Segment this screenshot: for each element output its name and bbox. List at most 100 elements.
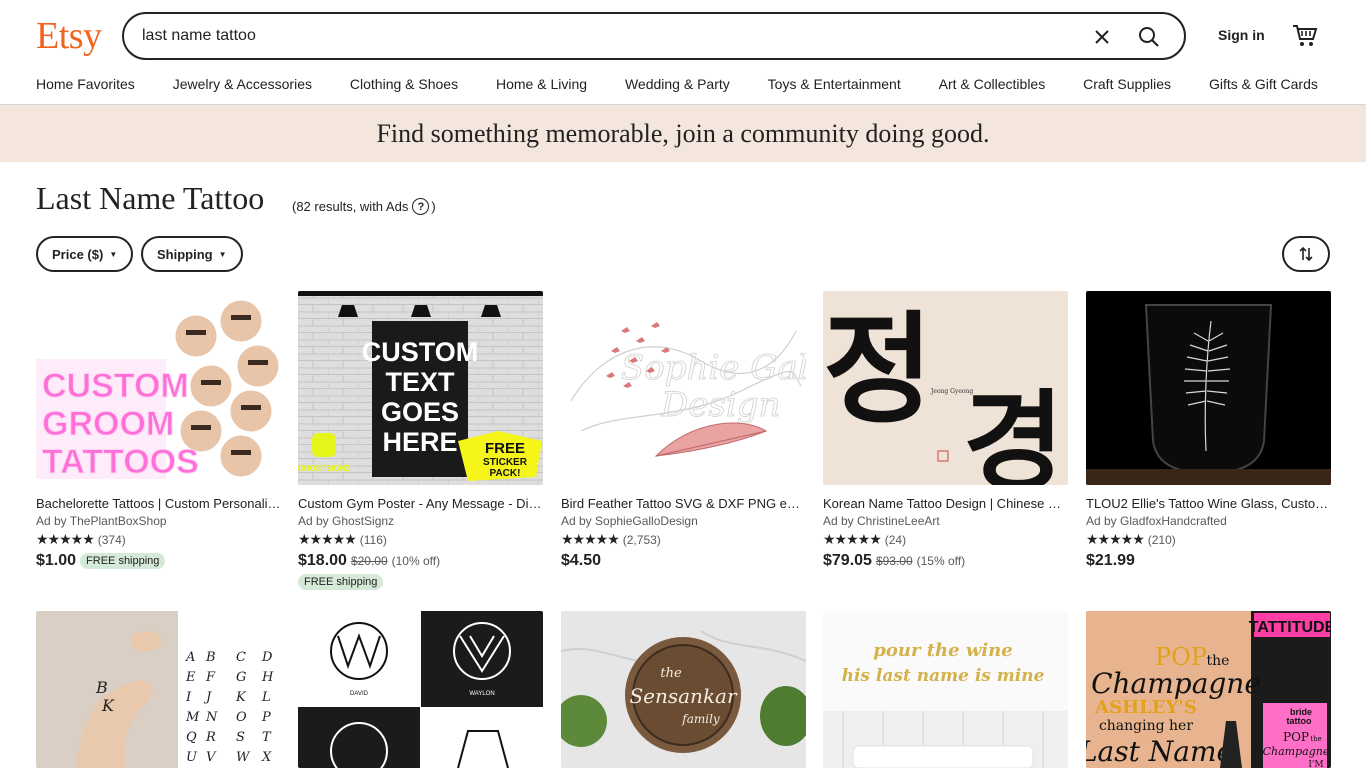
listing-image[interactable]: pour the wine his last name is mine <box>823 611 1068 768</box>
listing-card[interactable]: CUSTOM GROOM TATTOOS Bachelorette Tattoo… <box>36 291 281 570</box>
sign-in-link[interactable]: Sign in <box>1218 27 1265 43</box>
listing-original-price: $20.00 <box>350 554 388 568</box>
listing-card[interactable]: pour the wine his last name is mine <box>823 611 1068 768</box>
listing-image[interactable]: DAVID WAYLON <box>298 611 543 768</box>
help-icon[interactable]: ? <box>412 198 430 215</box>
image-text: family <box>681 712 720 726</box>
image-text: I <box>185 690 192 705</box>
listing-image[interactable]: B K A B C D E F G H I J K L M N O P Q R <box>36 611 281 768</box>
clear-icon[interactable] <box>1090 25 1114 49</box>
review-count: (116) <box>359 532 387 547</box>
listing-title[interactable]: Custom Gym Poster - Any Message - Distre… <box>298 496 543 511</box>
nav-home-favorites[interactable]: Home Favorites <box>36 76 135 92</box>
listing-title[interactable]: Korean Name Tattoo Design | Chinese Call… <box>823 496 1068 511</box>
listing-title[interactable]: Bachelorette Tattoos | Custom Personaliz… <box>36 496 281 511</box>
nav-craft-supplies[interactable]: Craft Supplies <box>1083 76 1171 92</box>
image-text: CUSTOM <box>362 337 479 367</box>
listing-card[interactable]: B K A B C D E F G H I J K L M N O P Q R <box>36 611 281 768</box>
image-text: GROOM <box>42 405 174 443</box>
sort-icon <box>1299 246 1313 262</box>
sort-button[interactable] <box>1282 236 1330 272</box>
image-text: TATTOOS <box>42 443 199 481</box>
nav-wedding-party[interactable]: Wedding & Party <box>625 76 730 92</box>
image-brand-text: GHOSTSIGNZ <box>298 464 351 473</box>
nav-art-collectibles[interactable]: Art & Collectibles <box>939 76 1046 92</box>
listing-price: $21.99 <box>1086 552 1135 569</box>
image-text: GOES <box>381 397 459 427</box>
listing-image[interactable]: 정 경 Jeong Gyeong <box>823 291 1068 485</box>
image-text: E <box>185 670 196 685</box>
listing-image[interactable]: CUSTOM TEXT GOES HERE FREE STICKER PACK!… <box>298 291 543 485</box>
search-bar[interactable] <box>122 12 1186 60</box>
image-text: U <box>186 750 198 765</box>
listing-price: $79.05 <box>823 552 872 569</box>
price-filter-label: Price ($) <box>52 246 104 262</box>
listing-price-row: $4.50 <box>561 552 806 570</box>
image-text: TATTITUDE <box>1249 619 1331 636</box>
image-text: F <box>205 670 216 685</box>
listing-card[interactable]: TLOU2 Ellie's Tattoo Wine Glass, Custom … <box>1086 291 1331 570</box>
nav-home-living[interactable]: Home & Living <box>496 76 587 92</box>
image-text: PACK! <box>490 468 521 479</box>
svg-text:K: K <box>101 696 115 715</box>
cart-icon[interactable] <box>1292 22 1318 48</box>
etsy-logo[interactable]: Etsy <box>36 12 102 60</box>
listing-rating: ★★★★★ (210) <box>1086 531 1331 548</box>
image-text: Champagne <box>1263 745 1330 758</box>
image-text: changing her <box>1099 718 1193 734</box>
listing-price-row: $21.99 <box>1086 552 1331 570</box>
listing-image[interactable]: CUSTOM GROOM TATTOOS <box>36 291 281 485</box>
listing-card[interactable]: CUSTOM TEXT GOES HERE FREE STICKER PACK!… <box>298 291 543 590</box>
listing-card[interactable]: TATTITUDE POP the Champagne ASHLEY'S cha… <box>1086 611 1331 768</box>
listing-original-price: $93.00 <box>875 554 913 568</box>
shipping-filter-label: Shipping <box>157 246 213 262</box>
review-count: (24) <box>884 532 907 547</box>
listing-title[interactable]: Bird Feather Tattoo SVG & DXF PNG eps fi… <box>561 496 806 511</box>
image-text: R <box>205 730 216 745</box>
image-text: Sophie Gallo <box>621 348 806 388</box>
nav-jewelry-accessories[interactable]: Jewelry & Accessories <box>173 76 312 92</box>
star-rating-icon: ★★★★★ <box>823 531 882 547</box>
shipping-filter-button[interactable]: Shipping ▼ <box>141 236 243 272</box>
listing-image[interactable]: TATTITUDE POP the Champagne ASHLEY'S cha… <box>1086 611 1331 768</box>
image-text: STICKER <box>483 457 528 468</box>
listing-image[interactable]: the Sensankar family <box>561 611 806 768</box>
listing-price: $1.00 <box>36 552 77 569</box>
nav-toys-entertainment[interactable]: Toys & Entertainment <box>768 76 901 92</box>
nav-clothing-shoes[interactable]: Clothing & Shoes <box>350 76 458 92</box>
image-text: J <box>203 690 212 705</box>
listing-price: $4.50 <box>561 552 602 569</box>
image-text: P <box>261 710 271 725</box>
listing-shop: Ad by GladfoxHandcrafted <box>1086 514 1227 528</box>
listing-rating: ★★★★★ (2,753) <box>561 531 806 548</box>
listing-image[interactable] <box>1086 291 1331 485</box>
listing-title[interactable]: TLOU2 Ellie's Tattoo Wine Glass, Custom … <box>1086 496 1331 511</box>
listing-image[interactable]: Sophie Gallo Design <box>561 291 806 485</box>
nav-gifts-gift-cards[interactable]: Gifts & Gift Cards <box>1209 76 1318 92</box>
free-shipping-badge: FREE shipping <box>80 553 166 569</box>
image-text: 경 <box>963 379 1064 485</box>
listing-shop: Ad by ThePlantBoxShop <box>36 514 167 528</box>
listing-card[interactable]: DAVID WAYLON <box>298 611 543 768</box>
price-filter-button[interactable]: Price ($) ▼ <box>36 236 134 272</box>
image-text: the <box>660 666 682 681</box>
listing-shop: Ad by ChristineLeeArt <box>823 514 940 528</box>
image-text: G <box>236 670 246 685</box>
page-title: Last Name Tattoo <box>36 180 265 216</box>
image-text: M <box>185 710 200 725</box>
listing-price: $18.00 <box>298 552 347 569</box>
results-count-text: (82 results, with Ads <box>292 199 409 214</box>
review-count: (2,753) <box>622 532 661 547</box>
image-text: DAVID <box>350 691 369 697</box>
listing-discount: (10% off) <box>391 554 441 568</box>
image-text: C <box>236 650 246 665</box>
search-input[interactable] <box>124 27 1024 45</box>
image-text: A <box>185 650 195 665</box>
listing-card[interactable]: 정 경 Jeong Gyeong Korean Name Tattoo Desi… <box>823 291 1068 570</box>
listing-card[interactable]: the Sensankar family <box>561 611 806 768</box>
search-icon[interactable] <box>1136 24 1162 50</box>
image-text: pour the wine <box>873 640 1012 661</box>
listing-price-row: $18.00 $20.00 (10% off) <box>298 552 543 570</box>
listing-card[interactable]: Sophie Gallo Design Bird Feather Tattoo … <box>561 291 806 570</box>
image-text: H <box>261 670 274 685</box>
